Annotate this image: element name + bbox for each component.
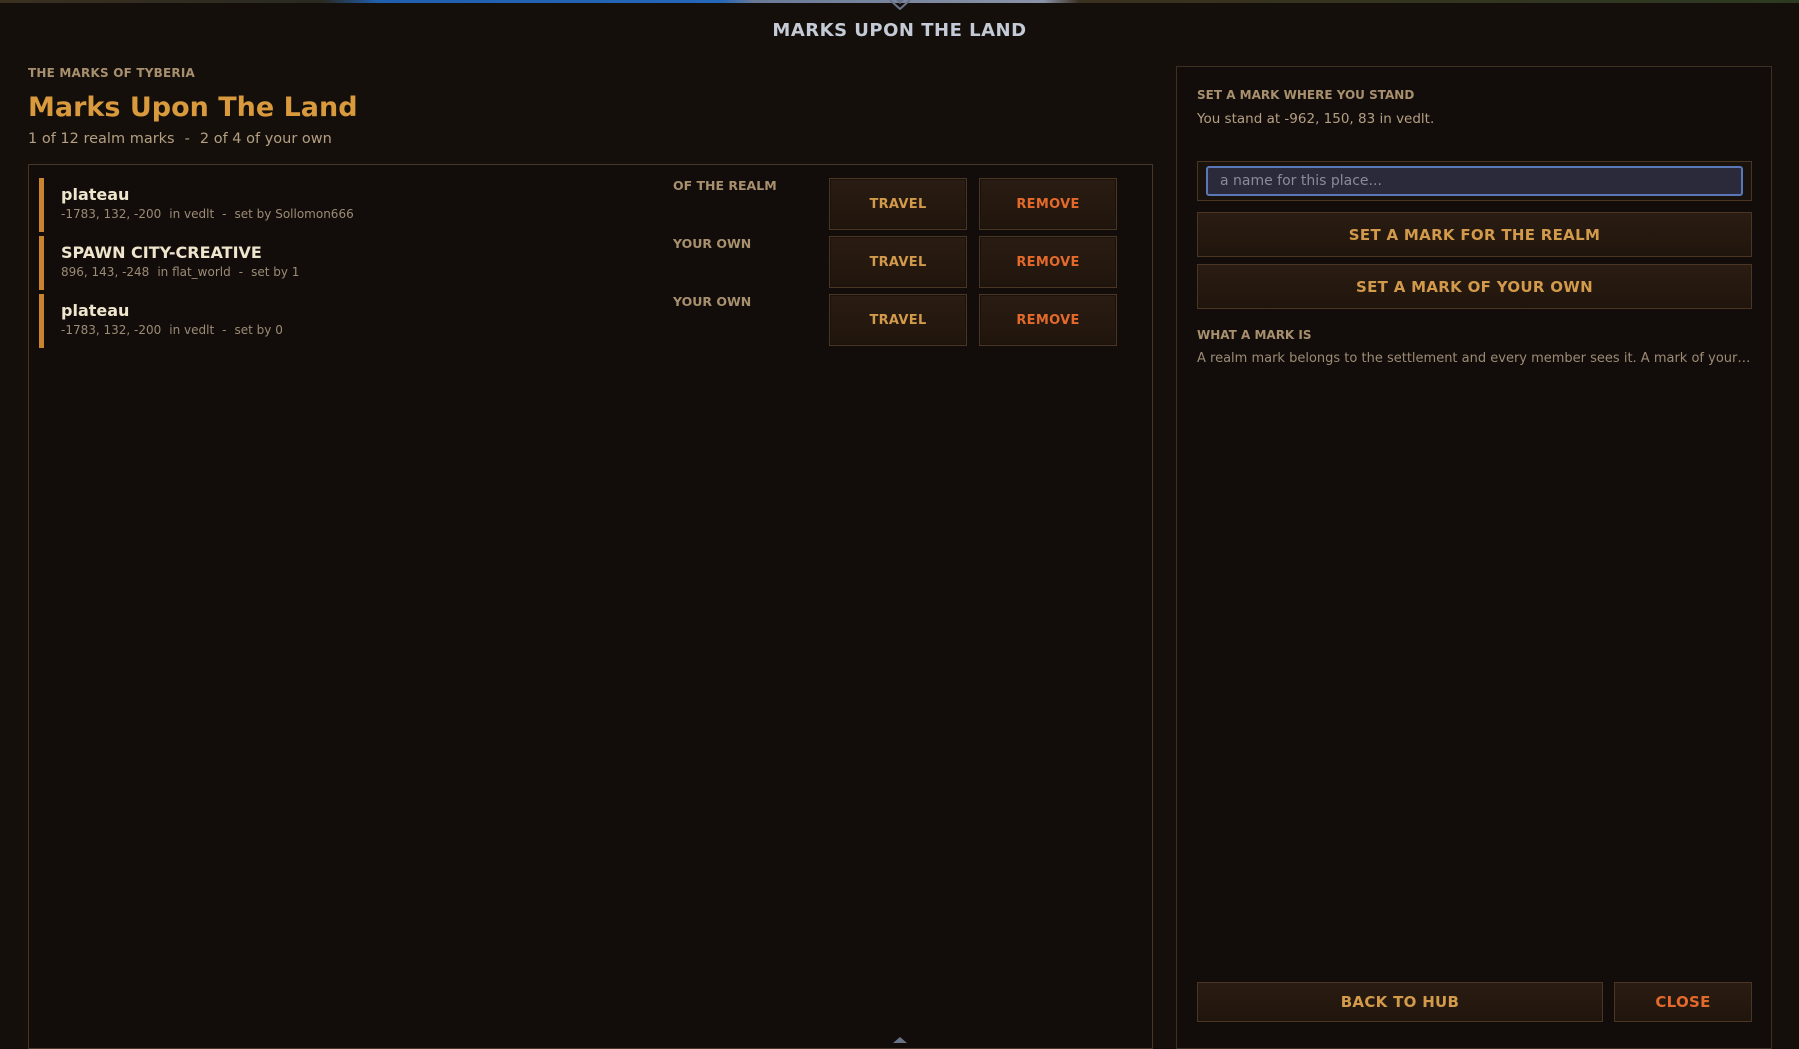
mark-meta-separator: - bbox=[222, 207, 227, 221]
mark-setter: set by 0 bbox=[234, 323, 283, 337]
remove-button[interactable]: REMOVE bbox=[979, 236, 1117, 288]
mark-meta: -1783, 132, -200 in vedlt - set by 0 bbox=[61, 323, 283, 337]
set-realm-mark-button[interactable]: SET A MARK FOR THE REALM bbox=[1197, 212, 1752, 257]
window-title: MARKS UPON THE LAND bbox=[772, 20, 1027, 41]
close-button[interactable]: CLOSE bbox=[1614, 982, 1752, 1022]
top-diamond-icon bbox=[889, 0, 911, 10]
marks-header: THE MARKS OF TYBERIA Marks Upon The Land… bbox=[28, 66, 358, 147]
travel-button[interactable]: TRAVEL bbox=[829, 236, 967, 288]
mark-kind-label: YOUR OWN bbox=[673, 236, 752, 251]
info-text: A realm mark belongs to the settlement a… bbox=[1197, 351, 1752, 366]
mark-row: plateau -1783, 132, -200 in vedlt - set by … bbox=[39, 178, 1139, 232]
set-mark-eyebrow: SET A MARK WHERE YOU STAND bbox=[1197, 88, 1415, 102]
mark-row: plateau -1783, 132, -200 in vedlt - set by … bbox=[39, 294, 1139, 348]
travel-button[interactable]: TRAVEL bbox=[829, 178, 967, 230]
current-location: You stand at -962, 150, 83 in vedlt. bbox=[1197, 111, 1435, 127]
back-to-hub-button[interactable]: BACK TO HUB bbox=[1197, 982, 1603, 1022]
mark-name-input[interactable] bbox=[1206, 166, 1743, 196]
mark-accent-bar bbox=[39, 178, 44, 232]
mark-accent-bar bbox=[39, 236, 44, 290]
mark-world: in vedlt bbox=[169, 323, 215, 337]
mark-meta-separator: - bbox=[222, 323, 227, 337]
info-title: WHAT A MARK IS bbox=[1197, 328, 1312, 342]
summary-separator: - bbox=[184, 131, 190, 147]
travel-button[interactable]: TRAVEL bbox=[829, 294, 967, 346]
set-own-mark-button[interactable]: SET A MARK OF YOUR OWN bbox=[1197, 264, 1752, 309]
mark-coords: 896, 143, -248 bbox=[61, 265, 150, 279]
own-mark-count: 2 of 4 of your own bbox=[199, 131, 332, 147]
remove-button[interactable]: REMOVE bbox=[979, 178, 1117, 230]
mark-meta-separator: - bbox=[238, 265, 244, 279]
mark-name-frame bbox=[1197, 161, 1752, 201]
mark-kind-label: OF THE REALM bbox=[673, 178, 777, 193]
mark-meta: 896, 143, -248 in flat_world - set by 1 bbox=[61, 265, 299, 279]
mark-setter: set by Sollomon666 bbox=[234, 207, 354, 221]
mark-meta: -1783, 132, -200 in vedlt - set by Sollomon… bbox=[61, 207, 354, 221]
mark-summary: 1 of 12 realm marks -2 of 4 of your own bbox=[28, 131, 358, 147]
mark-name: plateau bbox=[61, 301, 130, 320]
bottom-diamond-icon bbox=[893, 1037, 907, 1043]
mark-coords: -1783, 132, -200 bbox=[61, 323, 162, 337]
mark-world: in vedlt bbox=[169, 207, 215, 221]
mark-world: in flat_world bbox=[157, 265, 231, 279]
set-mark-panel: SET A MARK WHERE YOU STAND You stand at … bbox=[1176, 66, 1772, 1049]
remove-button[interactable]: REMOVE bbox=[979, 294, 1117, 346]
realm-mark-count: 1 of 12 realm marks bbox=[28, 131, 175, 147]
marks-list-panel: plateau -1783, 132, -200 in vedlt - set by … bbox=[28, 164, 1153, 1049]
mark-kind-label: YOUR OWN bbox=[673, 294, 752, 309]
settlement-eyebrow: THE MARKS OF TYBERIA bbox=[28, 66, 195, 80]
mark-accent-bar bbox=[39, 294, 44, 348]
mark-setter: set by 1 bbox=[251, 265, 300, 279]
mark-name: SPAWN CITY-CREATIVE bbox=[61, 243, 262, 262]
mark-row: SPAWN CITY-CREATIVE 896, 143, -248 in fla… bbox=[39, 236, 1139, 290]
mark-coords: -1783, 132, -200 bbox=[61, 207, 162, 221]
mark-name: plateau bbox=[61, 185, 130, 204]
page-title: Marks Upon The Land bbox=[28, 92, 358, 123]
